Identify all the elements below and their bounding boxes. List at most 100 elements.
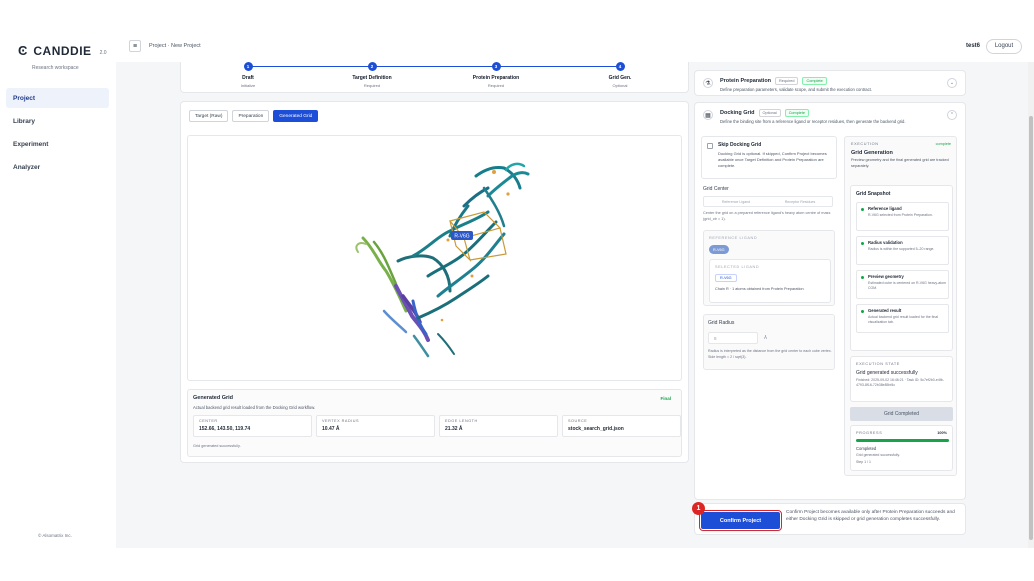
- selected-ligand-chip: R-V6G: [715, 274, 737, 282]
- grid-radius-desc: Radius is interpreted as the distance fr…: [708, 349, 832, 359]
- selected-ligand-label: SELECTED LIGAND: [715, 265, 760, 269]
- chevron-up-icon[interactable]: ⌃: [947, 110, 957, 120]
- section-title: Protein Preparation: [720, 78, 772, 84]
- metric-vertex-radius: VERTEX RADIUS 10.47 Å: [316, 415, 435, 437]
- generated-grid-panel: Generated Grid Final Actual backend grid…: [187, 389, 682, 457]
- step-subtitle: Required: [487, 83, 505, 88]
- section-title: Docking Grid: [720, 110, 755, 116]
- grid-panel-desc: Actual backend grid result loaded from t…: [193, 405, 316, 410]
- metric-label: SOURCE: [568, 419, 588, 423]
- right-panel: ⚗ Protein Preparation Required Complete …: [694, 62, 966, 500]
- sidebar: Ͼ CANDDIE 2.0 Research workspace Project…: [0, 30, 116, 550]
- snapshot-item-desc: Estimated cube is centered on R-V6G heav…: [868, 281, 947, 290]
- metric-label: VERTEX RADIUS: [322, 419, 360, 423]
- grid-center-segmented: Reference Ligand Receptor Residues: [703, 196, 833, 207]
- snapshot-item: Preview geometry Estimated cube is cente…: [856, 270, 949, 299]
- scrollbar-thumb[interactable]: [1029, 116, 1033, 540]
- app-root: Ͼ CANDDIE 2.0 Research workspace Project…: [0, 0, 1034, 581]
- snapshot-item-title: Generated result: [868, 308, 902, 313]
- metric-edge-length: EDGE LENGTH 21.32 Å: [439, 415, 558, 437]
- step-number: 4: [615, 62, 625, 71]
- step-target-definition[interactable]: 2 Target Definition Required: [332, 62, 412, 88]
- brand[interactable]: Ͼ CANDDIE 2.0: [18, 43, 107, 58]
- sidebar-item-analyzer[interactable]: Analyzer: [6, 157, 109, 177]
- required-tag: Required: [775, 77, 799, 85]
- confirm-project-desc: Confirm Project becomes available only a…: [786, 510, 955, 522]
- grid-panel-footer: Grid generated successfully.: [193, 444, 241, 448]
- molecule-viewport[interactable]: R-V6G: [187, 135, 682, 381]
- sidebar-item-library[interactable]: Library: [6, 111, 109, 131]
- topbar: ≡ Project · New Project test6 Logout: [116, 30, 1034, 62]
- user-name: test6: [965, 43, 980, 49]
- execution-state-meta: Finished: 2025-09-02 16:46:21 · Task ID:…: [856, 378, 944, 387]
- progress-percent: 100%: [937, 431, 947, 435]
- execution-state-label: EXECUTION STATE: [856, 362, 900, 366]
- snapshot-item-desc: Actual backend grid result loaded for th…: [868, 315, 939, 324]
- tab-target-raw[interactable]: Target (Raw): [189, 110, 229, 122]
- tab-generated-grid[interactable]: Generated Grid: [273, 110, 319, 122]
- reference-ligand-label: REFERENCE LIGAND: [709, 236, 758, 240]
- protein-preparation-section[interactable]: ⚗ Protein Preparation Required Complete …: [694, 70, 966, 96]
- section-desc: Define preparation parameters, validate …: [720, 87, 872, 92]
- option-reference-ligand[interactable]: Reference Ligand: [704, 197, 768, 206]
- metric-label: EDGE LENGTH: [445, 419, 478, 423]
- section-desc: Define the binding site from a reference…: [720, 119, 906, 124]
- progress-bar: [856, 439, 949, 442]
- step-draft[interactable]: 1 Draft Initialize: [208, 62, 288, 88]
- check-dot-icon: [861, 208, 864, 211]
- hamburger-icon[interactable]: ≡: [129, 40, 141, 52]
- grid-panel-title: Generated Grid: [193, 395, 234, 401]
- metric-source: SOURCE stock_search_grid.json: [562, 415, 681, 437]
- grid-radius-unit: Å: [764, 335, 768, 340]
- snapshot-item: Reference ligand R-V6G selected from Pro…: [856, 202, 949, 231]
- section-header: Protein Preparation Required Complete: [720, 77, 827, 85]
- progress-fill: [856, 439, 949, 442]
- snapshot-item-desc: R-V6G selected from Protein Preparation.: [868, 213, 933, 217]
- c-logo-icon: Ͼ: [18, 43, 28, 58]
- confirm-project-button[interactable]: Confirm Project: [699, 510, 782, 531]
- protein-structure-render: R-V6G: [355, 162, 530, 358]
- tab-preparation[interactable]: Preparation: [232, 110, 270, 122]
- reference-ligand-chip[interactable]: R-V6G: [709, 245, 729, 254]
- snapshot-title: Grid Snapshot: [856, 191, 891, 197]
- skip-checkbox[interactable]: [707, 143, 713, 149]
- grid-radius-title: Grid Radius: [708, 320, 735, 326]
- step-protein-preparation[interactable]: 3 Protein Preparation Required: [456, 62, 536, 88]
- execution-title: Grid Generation: [851, 150, 893, 156]
- metric-label: CENTER: [199, 419, 218, 423]
- check-dot-icon: [861, 242, 864, 245]
- snapshot-item-title: Preview geometry: [868, 274, 904, 279]
- workflow-stepper: 1 Draft Initialize 2 Target Definition R…: [180, 62, 689, 93]
- progress-desc: Grid generated successfully.: [856, 453, 900, 457]
- snapshot-item: Generated result Actual backend grid res…: [856, 304, 949, 333]
- grid-center-desc: Center the grid on a prepared reference …: [703, 211, 831, 221]
- status-badge: Complete: [802, 77, 827, 85]
- grid-icon: ▦: [703, 110, 713, 120]
- grid-metrics: CENTER 152.66, 143.50, 119.74 VERTEX RAD…: [193, 415, 681, 437]
- execution-state-box: EXECUTION STATE Grid generated successfu…: [850, 356, 953, 402]
- execution-label: EXECUTION: [851, 142, 879, 146]
- step-number: 3: [491, 62, 501, 71]
- brand-subtitle: Research workspace: [32, 65, 79, 71]
- viewer-card: Target (Raw) Preparation Generated Grid: [180, 101, 689, 463]
- brand-name: CANDDIE: [33, 43, 92, 58]
- execution-desc: Preview geometry and the final generated…: [851, 158, 949, 168]
- skip-docking-grid-option[interactable]: Skip Docking Grid Docking Grid is option…: [701, 136, 837, 179]
- sidebar-item-project[interactable]: Project: [6, 88, 109, 108]
- ligand-label: R-V6G: [454, 234, 469, 240]
- logout-button[interactable]: Logout: [986, 38, 1022, 54]
- grid-completed-button[interactable]: Grid Completed: [850, 407, 953, 421]
- step-grid-gen[interactable]: 4 Grid Gen. Optional: [580, 62, 660, 88]
- stepper-line: [248, 66, 620, 67]
- grid-radius-input[interactable]: 8: [708, 332, 758, 344]
- chevron-down-icon[interactable]: ⌄: [947, 78, 957, 88]
- sidebar-item-experiment[interactable]: Experiment: [6, 134, 109, 154]
- option-receptor-residues[interactable]: Receptor Residues: [768, 197, 832, 206]
- copyright: © Alsomatrix Inc.: [38, 533, 72, 538]
- progress-box: PROGRESS 100% Completed Grid generated s…: [850, 425, 953, 471]
- step-subtitle: Initialize: [240, 83, 256, 88]
- docking-grid-section: ▦ Docking Grid Optional Complete Define …: [694, 102, 966, 500]
- step-title: Protein Preparation: [472, 75, 520, 81]
- annotation-marker: 1: [692, 502, 705, 515]
- check-dot-icon: [861, 310, 864, 313]
